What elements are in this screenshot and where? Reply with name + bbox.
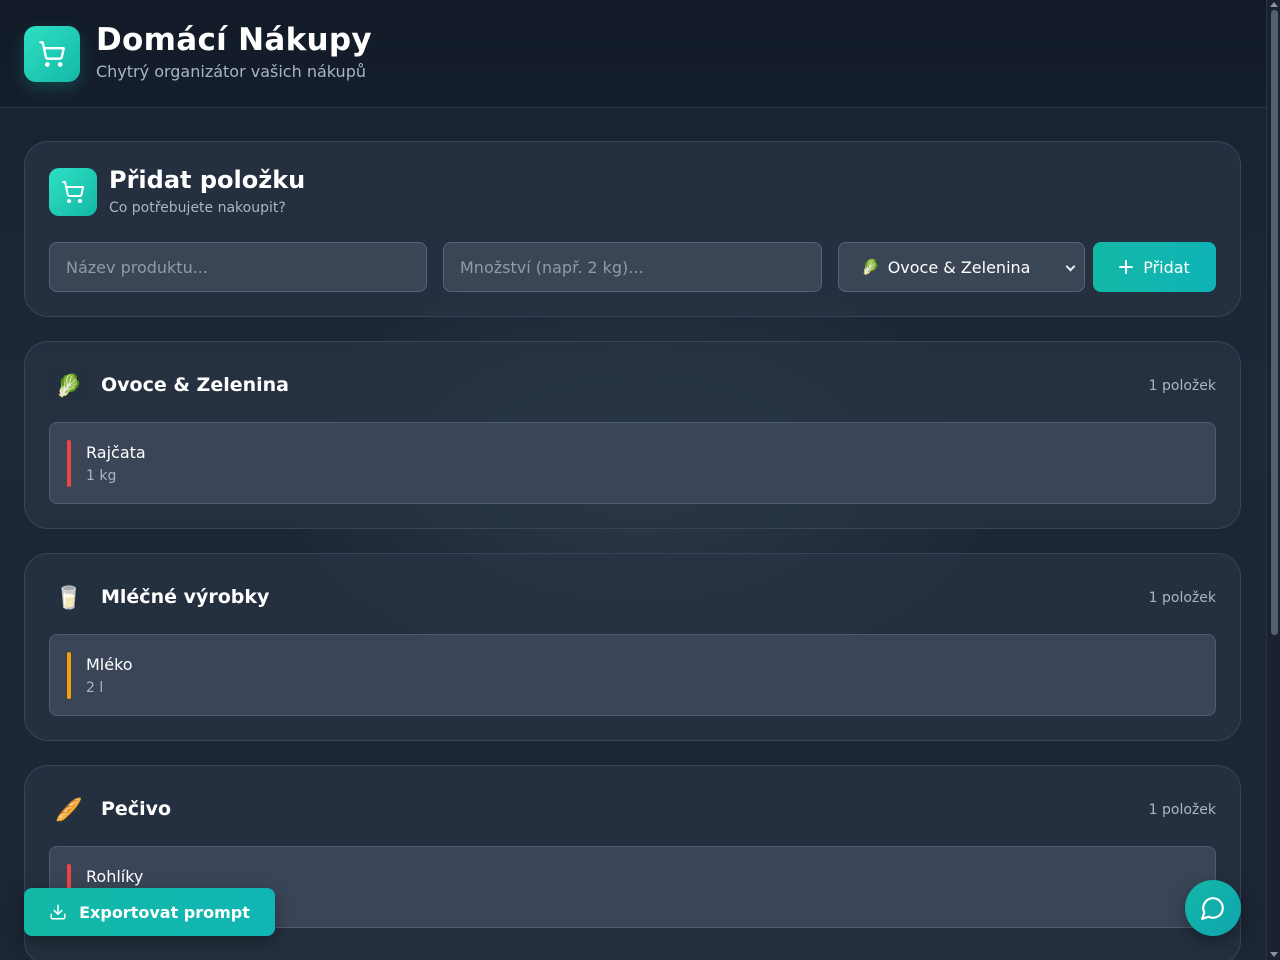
scroll-down-arrow-icon[interactable] bbox=[1270, 952, 1278, 957]
shopping-cart-icon bbox=[62, 181, 85, 203]
plus-icon bbox=[1119, 260, 1134, 274]
app-header: Domácí Nákupy Chytrý organizátor vašich … bbox=[0, 0, 1266, 108]
shopping-cart-icon bbox=[39, 41, 65, 67]
product-name-input[interactable] bbox=[49, 242, 427, 292]
chevron-down-icon bbox=[1065, 261, 1076, 272]
category-title: Mléčné výrobky bbox=[101, 586, 270, 608]
list-item[interactable]: Rajčata 1 kg bbox=[49, 422, 1216, 504]
category-title: Pečivo bbox=[101, 798, 172, 820]
app-logo bbox=[24, 26, 80, 82]
category-card-fruit-vegetables: 🥬 Ovoce & Zelenina 1 položek Rajčata 1 k… bbox=[24, 341, 1241, 529]
add-item-icon-box bbox=[49, 168, 97, 216]
category-card-dairy: 🥛 Mléčné výrobky 1 položek Mléko 2 l bbox=[24, 553, 1241, 741]
category-count: 1 položek bbox=[1148, 802, 1216, 818]
chat-button[interactable] bbox=[1185, 880, 1241, 936]
item-name: Rohlíky bbox=[86, 867, 144, 886]
item-quantity: 1 kg bbox=[86, 468, 117, 484]
category-select-value: Ovoce & Zelenina bbox=[887, 257, 1031, 277]
page-scrollbar[interactable] bbox=[1266, 0, 1280, 960]
add-item-button-label: Přidat bbox=[1143, 257, 1190, 277]
category-count: 1 položek bbox=[1148, 590, 1216, 606]
priority-indicator bbox=[67, 652, 71, 699]
scroll-up-arrow-icon[interactable] bbox=[1270, 2, 1278, 7]
add-item-subtitle: Co potřebujete nakoupit? bbox=[109, 200, 286, 216]
app-title: Domácí Nákupy bbox=[96, 22, 372, 58]
category-count: 1 položek bbox=[1148, 378, 1216, 394]
list-item[interactable]: Mléko 2 l bbox=[49, 634, 1216, 716]
leafy-greens-icon: 🥬 bbox=[861, 258, 880, 276]
chat-bubble-icon bbox=[1201, 897, 1224, 920]
item-name: Rajčata bbox=[86, 443, 146, 462]
export-prompt-button[interactable]: Exportovat prompt bbox=[24, 888, 275, 936]
category-title: Ovoce & Zelenina bbox=[101, 374, 289, 396]
milk-glass-icon: 🥛 bbox=[49, 578, 89, 618]
quantity-input[interactable] bbox=[443, 242, 822, 292]
priority-indicator bbox=[67, 440, 71, 487]
add-item-title: Přidat položku bbox=[109, 166, 306, 194]
add-item-button[interactable]: Přidat bbox=[1093, 242, 1216, 292]
category-select[interactable]: 🥬 Ovoce & Zelenina bbox=[838, 242, 1085, 292]
export-prompt-label: Exportovat prompt bbox=[79, 902, 250, 922]
baguette-icon: 🥖 bbox=[49, 790, 89, 830]
item-name: Mléko bbox=[86, 655, 133, 674]
app-subtitle: Chytrý organizátor vašich nákupů bbox=[96, 62, 366, 81]
leafy-greens-icon: 🥬 bbox=[49, 366, 89, 406]
add-item-card: Přidat položku Co potřebujete nakoupit? … bbox=[24, 141, 1241, 317]
download-icon bbox=[50, 904, 66, 920]
item-quantity: 2 l bbox=[86, 680, 104, 696]
scrollbar-thumb[interactable] bbox=[1271, 10, 1278, 635]
